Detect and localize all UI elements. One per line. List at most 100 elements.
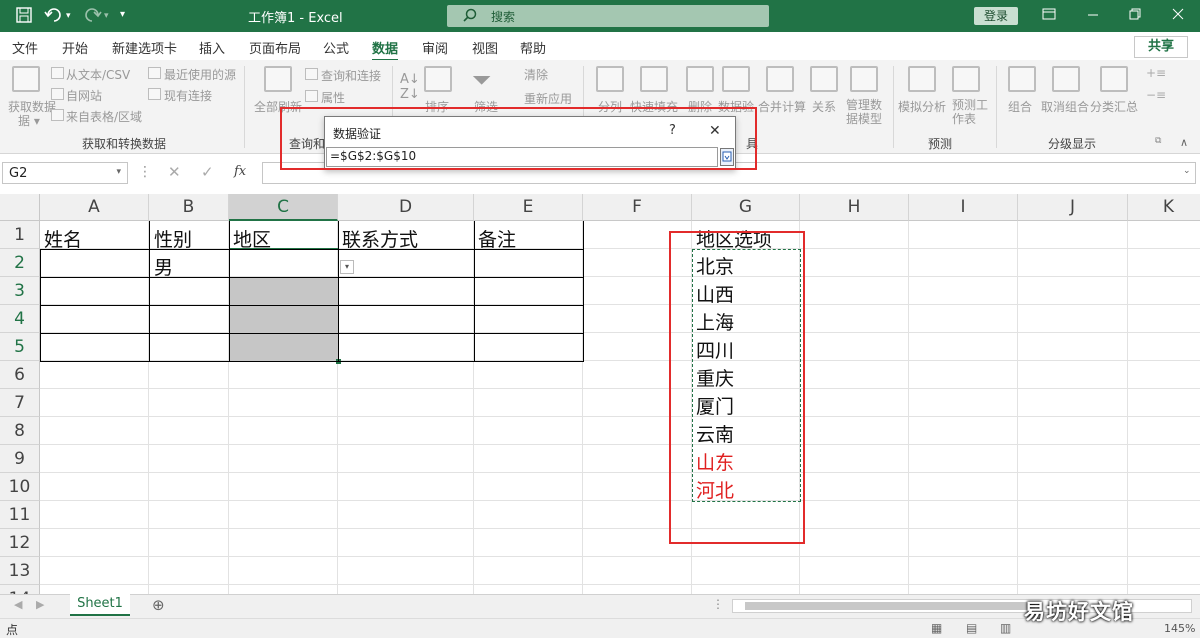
cell-C1[interactable]: 地区 <box>233 225 271 252</box>
next-sheet-icon[interactable]: ▶ <box>36 598 44 611</box>
group-separator <box>244 66 245 148</box>
zoom-level[interactable]: 145% <box>1164 622 1195 635</box>
row-header-7[interactable]: 7 <box>0 389 40 417</box>
page-break-view-icon[interactable]: ▥ <box>1000 621 1011 635</box>
tab-review[interactable]: 审阅 <box>422 38 448 57</box>
consolidate-button[interactable]: 合并计算 <box>758 98 806 115</box>
column-header-A[interactable]: A <box>40 194 149 221</box>
column-header-G[interactable]: G <box>692 194 800 221</box>
column-header-H[interactable]: H <box>800 194 909 221</box>
from-web-button[interactable]: 自网站 <box>66 87 102 104</box>
forecast-sheet-button[interactable]: 预测工作表 <box>952 98 988 126</box>
collapse-ribbon-icon[interactable]: ∧ <box>1180 136 1188 149</box>
reapply-button[interactable]: 重新应用 <box>524 90 572 107</box>
row-header-1[interactable]: 1 <box>0 221 40 249</box>
column-header-K[interactable]: K <box>1128 194 1200 221</box>
login-button[interactable]: 登录 <box>974 7 1018 25</box>
add-sheet-icon[interactable]: ⊕ <box>152 596 165 614</box>
tab-new-tab[interactable]: 新建选项卡 <box>112 38 177 57</box>
cell-E1[interactable]: 备注 <box>478 225 516 252</box>
cancel-formula-icon[interactable]: ✕ <box>168 163 181 181</box>
cell-D1[interactable]: 联系方式 <box>342 225 418 252</box>
existing-connections-button[interactable]: 现有连接 <box>164 87 212 104</box>
sheet-tab-sheet1[interactable]: Sheet1 <box>70 594 130 616</box>
insert-function-icon[interactable]: fx <box>234 164 246 179</box>
column-header-E[interactable]: E <box>474 194 583 221</box>
column-header-I[interactable]: I <box>909 194 1018 221</box>
close-window-icon[interactable] <box>1172 7 1184 25</box>
from-table-button[interactable]: 来自表格/区域 <box>66 108 142 125</box>
row-header-13[interactable]: 13 <box>0 557 40 585</box>
enter-formula-icon[interactable]: ✓ <box>201 163 214 181</box>
row-header-8[interactable]: 8 <box>0 417 40 445</box>
expand-formula-icon[interactable]: ⌄ <box>1183 166 1191 176</box>
column-header-F[interactable]: F <box>583 194 692 221</box>
cell-B1[interactable]: 性别 <box>154 225 192 252</box>
clear-button[interactable]: 清除 <box>524 66 548 83</box>
normal-view-icon[interactable]: ▦ <box>931 621 942 635</box>
row-header-3[interactable]: 3 <box>0 277 40 305</box>
sort-az-icon[interactable]: A↓ Z↓ <box>400 72 420 102</box>
ungroup-button[interactable]: 取消组合 <box>1041 98 1089 115</box>
text-csv-icon <box>51 67 64 79</box>
row-header-10[interactable]: 10 <box>0 473 40 501</box>
share-button[interactable]: 共享 <box>1134 36 1188 58</box>
restore-icon[interactable] <box>1129 7 1141 25</box>
group-get-transform-label: 获取和转换数据 <box>82 137 167 151</box>
minimize-icon[interactable] <box>1087 7 1099 25</box>
undo-dropdown-icon[interactable]: ▾ <box>66 11 71 21</box>
recent-sources-button[interactable]: 最近使用的源 <box>164 66 236 83</box>
tab-insert[interactable]: 插入 <box>199 38 225 57</box>
cell-dropdown-arrow-icon[interactable]: ▾ <box>340 260 354 274</box>
dialog-launcher-icon[interactable]: ⧉ <box>1155 136 1161 146</box>
redo-dropdown-icon[interactable]: ▾ <box>104 11 109 21</box>
from-text-csv-button[interactable]: 从文本/CSV <box>66 66 130 83</box>
tab-view[interactable]: 视图 <box>472 38 498 57</box>
tab-page-layout[interactable]: 页面布局 <box>249 38 301 57</box>
save-icon[interactable] <box>16 7 32 27</box>
row-header-14[interactable]: 14 <box>0 585 40 594</box>
name-box[interactable]: G2 ▾ <box>2 162 128 184</box>
what-if-button[interactable]: 模拟分析 <box>898 98 946 115</box>
subtotal-button[interactable]: 分类汇总 <box>1090 98 1138 115</box>
column-header-J[interactable]: J <box>1018 194 1128 221</box>
tab-help[interactable]: 帮助 <box>520 38 546 57</box>
cell-A1[interactable]: 姓名 <box>44 225 82 252</box>
filter-icon: ⏷ <box>472 66 492 94</box>
redo-icon[interactable] <box>82 7 102 27</box>
customize-toolbar-icon[interactable]: ▾ <box>120 9 125 20</box>
row-header-5[interactable]: 5 <box>0 333 40 361</box>
hide-detail-icon[interactable]: −≡ <box>1146 88 1166 102</box>
queries-connections-icon <box>305 68 318 80</box>
queries-connections-button[interactable]: 查询和连接 <box>321 67 381 84</box>
horizontal-scroll-thumb[interactable] <box>745 602 1035 610</box>
manage-data-model-button[interactable]: 管理数据模型 <box>846 98 884 126</box>
select-all-corner[interactable] <box>0 194 40 221</box>
column-header-D[interactable]: D <box>338 194 474 221</box>
tab-data[interactable]: 数据 <box>372 38 399 61</box>
page-layout-view-icon[interactable]: ▤ <box>966 621 977 635</box>
tab-file[interactable]: 文件 <box>12 38 38 57</box>
column-header-B[interactable]: B <box>149 194 229 221</box>
row-header-4[interactable]: 4 <box>0 305 40 333</box>
undo-icon[interactable] <box>44 7 64 27</box>
tab-formulas[interactable]: 公式 <box>323 38 349 57</box>
search-box[interactable]: 搜索 <box>447 5 769 27</box>
row-header-9[interactable]: 9 <box>0 445 40 473</box>
row-header-12[interactable]: 12 <box>0 529 40 557</box>
row-header-11[interactable]: 11 <box>0 501 40 529</box>
group-button[interactable]: 组合 <box>1008 98 1032 115</box>
name-box-dropdown-icon[interactable]: ▾ <box>116 167 121 177</box>
row-header-2[interactable]: 2 <box>0 249 40 277</box>
show-detail-icon[interactable]: +≡ <box>1146 66 1166 80</box>
tab-home[interactable]: 开始 <box>62 38 88 57</box>
row-header-6[interactable]: 6 <box>0 361 40 389</box>
properties-button[interactable]: 属性 <box>321 89 345 106</box>
sheet-split-icon[interactable]: ⋮ <box>712 597 724 611</box>
prev-sheet-icon[interactable]: ◀ <box>14 598 22 611</box>
column-header-C[interactable]: C <box>229 194 338 221</box>
cell-B2[interactable]: 男 <box>154 253 173 280</box>
table-border <box>229 221 230 361</box>
ribbon-display-icon[interactable] <box>1042 7 1056 25</box>
relationships-button[interactable]: 关系 <box>812 98 836 115</box>
